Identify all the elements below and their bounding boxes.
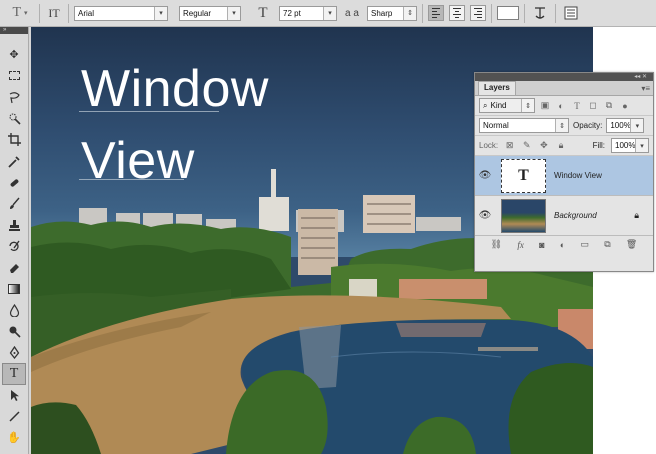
adjustment-layer-icon[interactable]: ◐	[560, 240, 565, 250]
align-center-button[interactable]	[449, 5, 465, 21]
search-icon: ⌕	[483, 100, 488, 110]
filter-type-icon[interactable]: T	[571, 101, 583, 111]
lock-row: Lock: ⊠ ✎ ✥ 🔒︎ Fill: 100% ▾	[475, 136, 653, 156]
text-baseline-2	[79, 179, 184, 180]
lock-all-icon[interactable]: 🔒︎	[555, 140, 566, 151]
font-size-icon: T	[258, 4, 268, 21]
separator	[491, 3, 492, 23]
move-tool-icon[interactable]: ✥	[0, 44, 28, 65]
filter-pixel-icon[interactable]: ▣	[539, 100, 551, 111]
history-brush-tool-icon[interactable]	[0, 236, 28, 257]
layer-row-background[interactable]: 👁︎ Background 🔒︎	[475, 196, 653, 236]
chevron-down-icon: ▾	[630, 119, 644, 132]
link-layers-icon[interactable]: ⛓︎	[491, 239, 502, 250]
pen-tool-icon[interactable]	[0, 342, 28, 363]
filter-smart-object-icon[interactable]: ⧉	[603, 100, 615, 111]
path-selection-tool-icon[interactable]	[0, 385, 28, 406]
panel-tab-bar: Layers ▾≡	[475, 81, 653, 96]
opacity-label: Opacity:	[573, 121, 603, 130]
align-left-button[interactable]	[428, 5, 444, 21]
filter-adjustment-icon[interactable]: ◐	[555, 101, 567, 111]
chevron-updown-icon: ⇕	[521, 99, 534, 112]
warp-text-icon[interactable]	[530, 3, 550, 23]
lock-position-icon[interactable]: ✥	[538, 140, 549, 151]
panel-collapse-icon[interactable]: ◂◂ ✕	[475, 73, 653, 81]
brush-tool-icon[interactable]	[0, 193, 28, 214]
visibility-eye-icon[interactable]: 👁︎	[475, 210, 495, 221]
eraser-tool-icon[interactable]	[0, 257, 28, 278]
type-tool-preset-icon[interactable]: T ▾	[6, 3, 34, 23]
dodge-tool-icon[interactable]	[0, 321, 28, 342]
layers-footer: ⛓︎ fx ◙ ◐ ▭ ⧉ 🗑︎	[475, 236, 653, 253]
separator	[555, 3, 556, 23]
lock-icon: 🔒︎	[634, 210, 639, 220]
lock-pixels-icon[interactable]: ✎	[521, 140, 532, 151]
add-mask-icon[interactable]: ◙	[539, 240, 544, 250]
blend-row: Normal ⇕ Opacity: 100% ▾	[475, 116, 653, 136]
separator	[422, 3, 423, 23]
font-family-select[interactable]: Arial ▾	[74, 5, 168, 21]
clone-stamp-tool-icon[interactable]	[0, 214, 28, 235]
chevron-updown-icon: ⇕	[555, 119, 568, 132]
chevron-down-icon: ▾	[154, 6, 167, 20]
fill-field[interactable]: 100% ▾	[611, 138, 650, 153]
align-right-button[interactable]	[470, 5, 486, 21]
antialias-icon: a a	[345, 7, 359, 19]
fill-label: Fill:	[592, 141, 606, 150]
layer-name[interactable]: Window View	[554, 171, 602, 180]
chevron-down-icon: ▾	[227, 6, 240, 20]
font-style-select[interactable]: Regular ▾	[179, 5, 241, 21]
panel-menu-icon[interactable]: ▾≡	[641, 84, 653, 95]
opacity-field[interactable]: 100% ▾	[606, 118, 645, 133]
layer-style-fx-icon[interactable]: fx	[517, 240, 524, 250]
chevron-down-icon: ▾	[635, 139, 649, 152]
chevron-updown-icon: ⇕	[403, 6, 416, 20]
healing-brush-tool-icon[interactable]	[0, 172, 28, 193]
visibility-eye-icon[interactable]: 👁︎	[475, 170, 495, 181]
filter-shape-icon[interactable]: ◻	[587, 100, 599, 111]
filter-row: ⌕ Kind ⇕ ▣ ◐ T ◻ ⧉ ●	[475, 96, 653, 116]
tab-layers[interactable]: Layers	[478, 81, 516, 95]
text-color-swatch[interactable]	[497, 6, 519, 20]
text-layer-thumbnail: T	[501, 158, 546, 193]
background-thumbnail	[501, 198, 546, 233]
character-panel-icon[interactable]	[561, 3, 581, 23]
layer-row-window-view[interactable]: 👁︎ T Window View	[475, 156, 653, 196]
separator	[39, 3, 40, 23]
quick-selection-tool-icon[interactable]	[0, 108, 28, 129]
antialias-select[interactable]: Sharp ⇕	[367, 5, 417, 21]
gradient-tool-icon[interactable]	[0, 278, 28, 299]
marquee-tool-icon[interactable]	[0, 65, 28, 86]
eyedropper-tool-icon[interactable]	[0, 150, 28, 171]
lock-label: Lock:	[479, 141, 499, 150]
separator	[68, 3, 69, 23]
layer-name[interactable]: Background	[554, 211, 597, 220]
chevron-down-icon: ▾	[323, 6, 336, 20]
options-bar: T ▾ IT Arial ▾ Regular ▾ T 72 pt ▾ a a Sharp…	[0, 0, 656, 27]
collapse-arrows-icon[interactable]: »	[0, 27, 28, 34]
line-tool-icon[interactable]	[0, 406, 28, 427]
text-baseline-1	[79, 111, 219, 112]
layers-panel: ◂◂ ✕ Layers ▾≡ ⌕ Kind ⇕ ▣ ◐ T ◻ ⧉ ● Normal…	[474, 72, 654, 272]
new-group-icon[interactable]: ▭	[580, 239, 589, 250]
font-size-select[interactable]: 72 pt ▾	[279, 5, 337, 21]
blend-mode-select[interactable]: Normal ⇕	[479, 118, 569, 133]
new-layer-icon[interactable]: ⧉	[604, 239, 610, 250]
type-tool-icon[interactable]: T	[2, 363, 26, 385]
toggle-text-orientation-icon[interactable]: IT	[45, 3, 63, 23]
layer-filter-select[interactable]: ⌕ Kind ⇕	[479, 98, 535, 113]
filter-toggle-icon[interactable]: ●	[619, 101, 631, 111]
separator	[524, 3, 525, 23]
canvas-text-line-1[interactable]: Window	[81, 63, 269, 115]
hand-tool-icon[interactable]: ✋	[0, 427, 28, 448]
lasso-tool-icon[interactable]	[0, 87, 28, 108]
blur-tool-icon[interactable]	[0, 300, 28, 321]
crop-tool-icon[interactable]	[0, 129, 28, 150]
lock-transparent-icon[interactable]: ⊠	[504, 140, 515, 151]
trash-icon[interactable]: 🗑︎	[626, 239, 637, 250]
tools-panel: » ✥ T ✋	[0, 27, 29, 454]
